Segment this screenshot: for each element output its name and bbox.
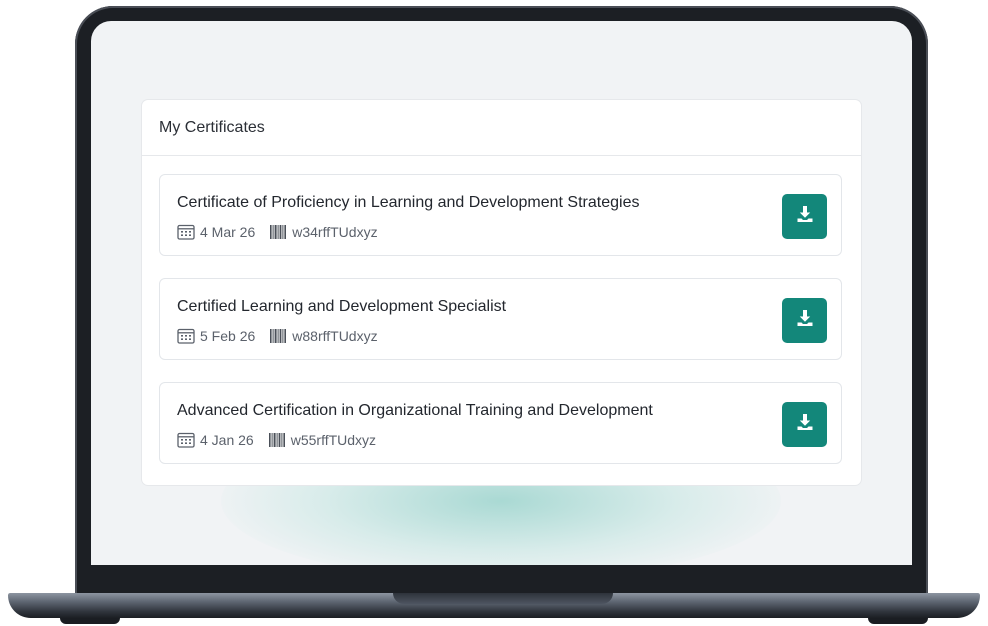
certificate-title: Certified Learning and Development Speci… <box>177 298 507 315</box>
barcode-icon <box>269 328 287 344</box>
download-button[interactable] <box>782 194 827 239</box>
certificate-meta: 5 Feb 26 w88rffTUdxyz <box>177 327 378 345</box>
barcode-icon <box>269 224 287 240</box>
certificate-code: w55rffTUdxyz <box>290 432 377 448</box>
certificate-meta: 4 Mar 26 w34rffTUdxyz <box>177 223 378 241</box>
laptop-foot <box>868 618 928 624</box>
certificate-meta: 4 Jan 26 w55rffTUdxyz <box>177 431 376 449</box>
certificate-title: Advanced Certification in Organizational… <box>177 402 653 419</box>
certificates-panel: My Certificates Certificate of Proficien… <box>142 100 861 485</box>
laptop-foot <box>60 618 120 624</box>
calendar-icon <box>177 328 195 344</box>
laptop-screen: My Certificates Certificate of Proficien… <box>91 21 912 565</box>
barcode-icon <box>268 432 286 448</box>
laptop-base <box>8 593 980 618</box>
download-button[interactable] <box>782 402 827 447</box>
laptop-hinge <box>393 593 613 604</box>
calendar-icon <box>177 224 195 240</box>
panel-title: My Certificates <box>142 100 861 156</box>
certificate-code: w88rffTUdxyz <box>292 328 378 344</box>
certificate-date: 4 Mar 26 <box>200 224 256 240</box>
certificate-card: Advanced Certification in Organizational… <box>159 382 842 464</box>
download-button[interactable] <box>782 298 827 343</box>
certificate-title: Certificate of Proficiency in Learning a… <box>177 194 640 211</box>
certificate-code: w34rffTUdxyz <box>292 224 378 240</box>
download-icon <box>795 204 815 229</box>
certificate-date: 5 Feb 26 <box>200 328 256 344</box>
calendar-icon <box>177 432 195 448</box>
download-icon <box>795 412 815 437</box>
certificate-card: Certificate of Proficiency in Learning a… <box>159 174 842 256</box>
certificate-date: 4 Jan 26 <box>200 432 254 448</box>
certificate-card: Certified Learning and Development Speci… <box>159 278 842 360</box>
download-icon <box>795 308 815 333</box>
